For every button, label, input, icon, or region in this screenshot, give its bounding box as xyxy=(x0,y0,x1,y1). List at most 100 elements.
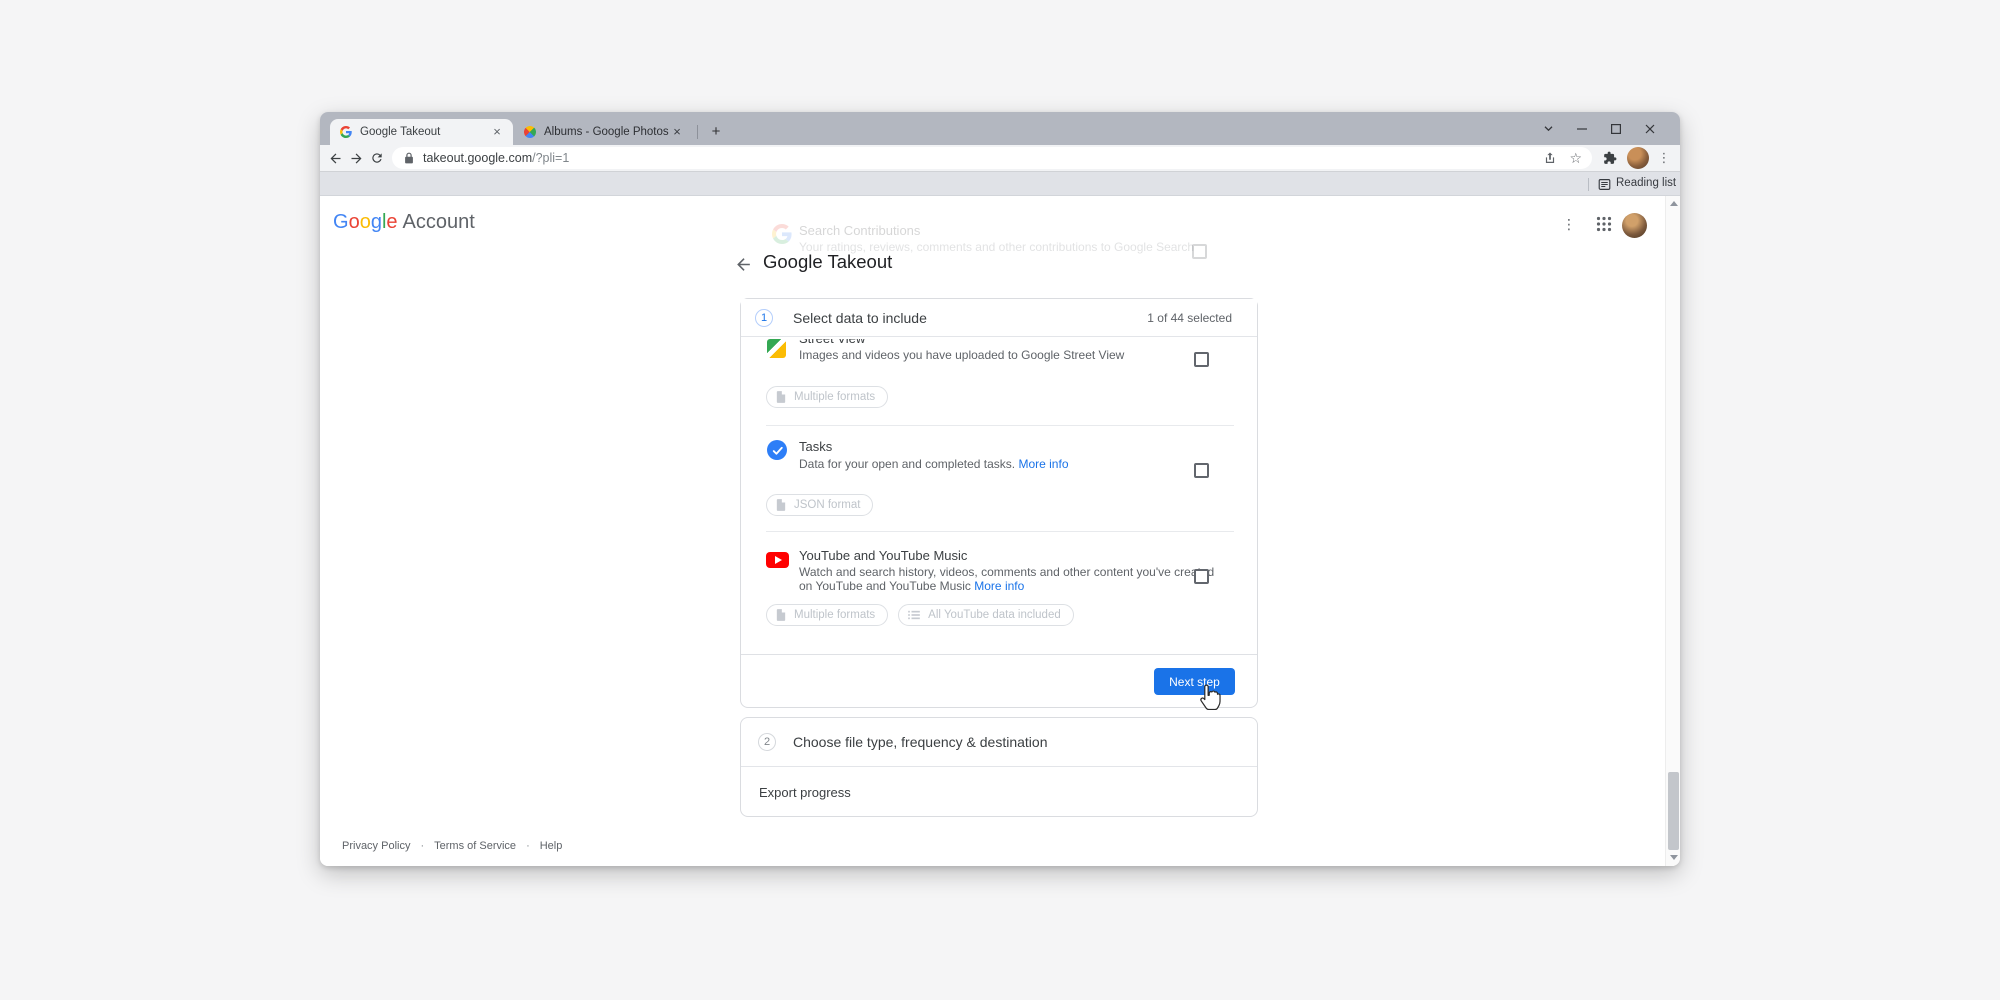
terms-of-service-link[interactable]: Terms of Service xyxy=(434,840,516,852)
tab-strip: Google Takeout × Albums - Google Photos … xyxy=(320,112,1680,145)
share-icon[interactable] xyxy=(1543,151,1557,165)
faded-google-g-icon xyxy=(772,224,792,244)
browser-toolbar: takeout.google.com/?pli=1 ☆ ⋮ xyxy=(320,145,1680,171)
close-window-icon[interactable] xyxy=(1633,112,1667,145)
step1-title: Select data to include xyxy=(793,310,1147,326)
page-title: Google Takeout xyxy=(763,251,892,273)
footer-separator: · xyxy=(420,840,424,852)
file-icon xyxy=(776,499,786,511)
step1-number: 1 xyxy=(755,309,773,327)
item-description: Data for your open and completed tasks. … xyxy=(799,457,1223,471)
checkbox-youtube[interactable] xyxy=(1194,569,1209,584)
step1-header: 1 Select data to include 1 of 44 selecte… xyxy=(741,299,1257,337)
google-account-logo: Google Account xyxy=(333,211,475,234)
close-tab-icon[interactable]: × xyxy=(669,124,685,140)
logo-letter: o xyxy=(360,211,371,234)
divider xyxy=(766,425,1234,426)
browser-window: Google Takeout × Albums - Google Photos … xyxy=(320,112,1680,866)
tab-google-takeout[interactable]: Google Takeout × xyxy=(330,119,513,145)
url-host: takeout.google.com xyxy=(423,151,532,165)
browser-profile-avatar[interactable] xyxy=(1627,147,1649,169)
more-info-link[interactable]: More info xyxy=(974,579,1024,593)
divider xyxy=(741,654,1257,655)
reload-icon[interactable] xyxy=(366,145,388,171)
tab-separator xyxy=(697,125,698,139)
format-chip[interactable]: Multiple formats xyxy=(766,604,888,626)
item-title: YouTube and YouTube Music xyxy=(799,548,967,563)
account-profile-avatar[interactable] xyxy=(1622,213,1647,238)
checkbox-tasks[interactable] xyxy=(1194,463,1209,478)
logo-letter: G xyxy=(333,211,349,234)
forward-nav-icon[interactable] xyxy=(345,145,367,171)
file-icon xyxy=(776,391,786,403)
bookmark-star-icon[interactable]: ☆ xyxy=(1569,150,1582,167)
item-title-clipped: Street View xyxy=(799,339,865,346)
new-tab-button[interactable]: + xyxy=(705,121,727,143)
close-tab-icon[interactable]: × xyxy=(489,124,505,140)
url-bar[interactable]: takeout.google.com/?pli=1 ☆ xyxy=(392,147,1592,169)
apps-grid-icon[interactable] xyxy=(1596,216,1612,237)
tab-title: Google Takeout xyxy=(360,126,489,138)
scrollbar-thumb[interactable] xyxy=(1668,772,1679,850)
select-data-card: 1 Select data to include 1 of 44 selecte… xyxy=(740,298,1258,708)
account-menu-icon[interactable]: ⋮ xyxy=(1559,212,1579,236)
page-footer: Privacy Policy · Terms of Service · Help xyxy=(342,840,562,852)
privacy-policy-link[interactable]: Privacy Policy xyxy=(342,840,410,852)
back-nav-icon[interactable] xyxy=(324,145,346,171)
logo-letter: o xyxy=(349,211,360,234)
step2-row[interactable]: 2 Choose file type, frequency & destinat… xyxy=(741,718,1257,767)
minimize-icon[interactable] xyxy=(1565,112,1599,145)
url-text: takeout.google.com/?pli=1 xyxy=(423,151,1531,165)
tasks-icon xyxy=(767,440,787,460)
google-g-icon xyxy=(340,126,352,138)
logo-letter: e xyxy=(386,211,397,234)
takeout-page: Google Account ⋮ Search Contributions xyxy=(320,196,1680,866)
export-progress-row: Export progress xyxy=(759,767,851,817)
account-logo-suffix: Account xyxy=(403,211,475,234)
google-photos-icon xyxy=(524,126,536,138)
item-description: Watch and search history, videos, commen… xyxy=(799,565,1223,593)
next-steps-card: 2 Choose file type, frequency & destinat… xyxy=(740,717,1258,817)
list-icon xyxy=(908,610,920,620)
cursor-pointer-icon xyxy=(1197,683,1223,711)
chip-row: Multiple formats xyxy=(766,386,888,408)
back-arrow-icon[interactable] xyxy=(734,255,754,275)
step2-title: Choose file type, frequency & destinatio… xyxy=(793,734,1048,750)
logo-letter: g xyxy=(371,211,382,234)
faded-checkbox xyxy=(1192,244,1207,259)
file-icon xyxy=(776,609,786,621)
lock-icon xyxy=(404,152,414,164)
browser-menu-icon[interactable]: ⋮ xyxy=(1654,145,1674,171)
reading-list-icon xyxy=(1598,178,1611,196)
faded-item-title: Search Contributions xyxy=(799,223,920,238)
youtube-icon xyxy=(766,552,789,568)
format-chip[interactable]: Multiple formats xyxy=(766,386,888,408)
scrollbar-up-arrow[interactable] xyxy=(1670,201,1678,206)
extensions-icon[interactable] xyxy=(1603,151,1617,170)
page-scrollbar[interactable] xyxy=(1665,196,1680,866)
tab-title: Albums - Google Photos xyxy=(544,126,669,138)
window-controls xyxy=(1531,112,1667,145)
checkbox-street-view[interactable] xyxy=(1194,352,1209,367)
chevron-down-icon[interactable] xyxy=(1531,112,1565,145)
item-title: Tasks xyxy=(799,439,832,454)
data-included-chip[interactable]: All YouTube data included xyxy=(898,604,1074,626)
separator xyxy=(1588,178,1589,191)
url-path: /?pli=1 xyxy=(532,151,569,165)
tab-google-photos[interactable]: Albums - Google Photos × xyxy=(516,119,693,145)
desktop-background: Google Takeout × Albums - Google Photos … xyxy=(0,0,2000,1000)
format-chip[interactable]: JSON format xyxy=(766,494,873,516)
help-link[interactable]: Help xyxy=(540,840,563,852)
selected-count: 1 of 44 selected xyxy=(1147,311,1232,325)
step2-number: 2 xyxy=(758,733,776,751)
divider xyxy=(766,531,1234,532)
item-description: Images and videos you have uploaded to G… xyxy=(799,348,1223,362)
chip-row: JSON format xyxy=(766,494,873,516)
footer-separator: · xyxy=(526,840,530,852)
maximize-icon[interactable] xyxy=(1599,112,1633,145)
bookmarks-bar: Reading list xyxy=(320,171,1680,196)
scrollbar-down-arrow[interactable] xyxy=(1670,855,1678,860)
chip-row: Multiple formats All YouTube data includ… xyxy=(766,604,1074,626)
reading-list-button[interactable]: Reading list xyxy=(1616,177,1676,189)
more-info-link[interactable]: More info xyxy=(1018,457,1068,471)
